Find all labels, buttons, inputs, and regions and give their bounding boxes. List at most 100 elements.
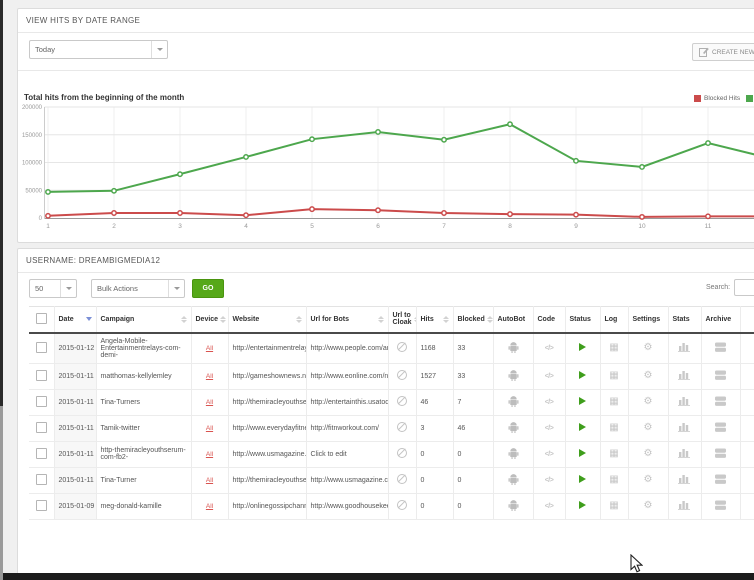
column-header-date[interactable]: Date [54,307,96,333]
row-checkbox[interactable] [36,370,47,381]
device-link[interactable]: All [206,345,213,352]
page-size-select[interactable]: 50 [29,279,77,298]
column-header-stats: Stats [668,307,701,333]
code-cell[interactable]: </> [533,333,565,364]
code-cell[interactable]: </> [533,363,565,389]
stats-cell[interactable] [668,389,701,415]
url-to-cloak-cell [388,441,416,467]
column-header-campaign[interactable]: Campaign [96,307,191,333]
column-header-device[interactable]: Device [191,307,228,333]
column-header-log: Log [600,307,628,333]
autobot-cell[interactable] [493,389,533,415]
device-link[interactable]: All [206,373,213,380]
device-link[interactable]: All [206,451,213,458]
circle-slash-icon[interactable] [397,500,407,510]
settings-cell[interactable]: ⚙ [628,363,668,389]
search-input[interactable] [734,279,754,296]
android-robot-icon [508,421,519,433]
autobot-cell[interactable] [493,441,533,467]
log-cell[interactable]: ▦ [600,333,628,364]
settings-cell[interactable]: ⚙ [628,493,668,519]
bulk-actions-select[interactable]: Bulk Actions [91,279,185,298]
code-cell[interactable]: </> [533,441,565,467]
date-cell: 2015-01-11 [54,363,96,389]
gear-icon: ⚙ [644,396,653,407]
device-link[interactable]: All [206,399,213,406]
status-cell[interactable] [565,493,600,519]
autobot-cell[interactable] [493,363,533,389]
circle-slash-icon[interactable] [397,342,407,352]
autobot-cell[interactable] [493,415,533,441]
settings-cell[interactable]: ⚙ [628,333,668,364]
circle-slash-icon[interactable] [397,396,407,406]
log-cell[interactable]: ▦ [600,441,628,467]
log-cell[interactable]: ▦ [600,363,628,389]
column-header-hits[interactable]: Hits [416,307,453,333]
code-brackets-icon: </> [545,451,554,458]
circle-slash-icon[interactable] [397,370,407,380]
stats-cell[interactable] [668,415,701,441]
status-cell[interactable] [565,441,600,467]
circle-slash-icon[interactable] [397,448,407,458]
circle-slash-icon[interactable] [397,474,407,484]
archive-cell[interactable] [701,389,740,415]
log-cell[interactable]: ▦ [600,415,628,441]
device-cell: All [191,389,228,415]
settings-cell[interactable]: ⚙ [628,441,668,467]
row-checkbox[interactable] [36,500,47,511]
settings-cell[interactable]: ⚙ [628,415,668,441]
settings-cell[interactable]: ⚙ [628,467,668,493]
column-header-url-for-bots[interactable]: Url for Bots [306,307,388,333]
row-checkbox[interactable] [36,422,47,433]
code-cell[interactable]: </> [533,415,565,441]
date-range-select[interactable]: Today [29,40,168,59]
archive-cell[interactable] [701,333,740,364]
go-button[interactable]: GO [192,279,224,298]
archive-cell[interactable] [701,467,740,493]
autobot-cell[interactable] [493,493,533,519]
device-link[interactable]: All [206,503,213,510]
play-icon [579,397,586,405]
archive-cell[interactable] [701,493,740,519]
stats-cell[interactable] [668,493,701,519]
play-icon [579,423,586,431]
status-cell[interactable] [565,363,600,389]
column-label: Website [233,316,260,323]
settings-cell[interactable]: ⚙ [628,389,668,415]
device-link[interactable]: All [206,425,213,432]
select-all-checkbox[interactable] [36,313,47,324]
create-new-campaign-button[interactable]: CREATE NEW CAMPAIGN [692,43,754,61]
row-checkbox[interactable] [36,474,47,485]
column-header-url-to-cloak[interactable]: Url to Cloak [388,307,416,333]
circle-slash-icon[interactable] [397,422,407,432]
archive-cell[interactable] [701,441,740,467]
stats-cell[interactable] [668,467,701,493]
row-checkbox[interactable] [36,342,47,353]
log-cell[interactable]: ▦ [600,467,628,493]
code-cell[interactable]: </> [533,467,565,493]
stats-cell[interactable] [668,333,701,364]
column-header-blocked[interactable]: Blocked [453,307,493,333]
column-header-website[interactable]: Website [228,307,306,333]
status-cell[interactable] [565,467,600,493]
row-checkbox[interactable] [36,448,47,459]
column-label: Status [570,316,591,323]
stats-cell[interactable] [668,363,701,389]
device-link[interactable]: All [206,477,213,484]
status-cell[interactable] [565,389,600,415]
archive-cell[interactable] [701,415,740,441]
row-checkbox[interactable] [36,396,47,407]
website-cell: http://www.everydayfitnes... [228,415,306,441]
archive-cell[interactable] [701,363,740,389]
log-cell[interactable]: ▦ [600,493,628,519]
log-cell[interactable]: ▦ [600,389,628,415]
code-cell[interactable]: </> [533,389,565,415]
status-cell[interactable] [565,415,600,441]
date-cell: 2015-01-11 [54,441,96,467]
sort-arrows-icon [181,316,187,323]
autobot-cell[interactable] [493,467,533,493]
status-cell[interactable] [565,333,600,364]
stats-cell[interactable] [668,441,701,467]
code-cell[interactable]: </> [533,493,565,519]
autobot-cell[interactable] [493,333,533,364]
